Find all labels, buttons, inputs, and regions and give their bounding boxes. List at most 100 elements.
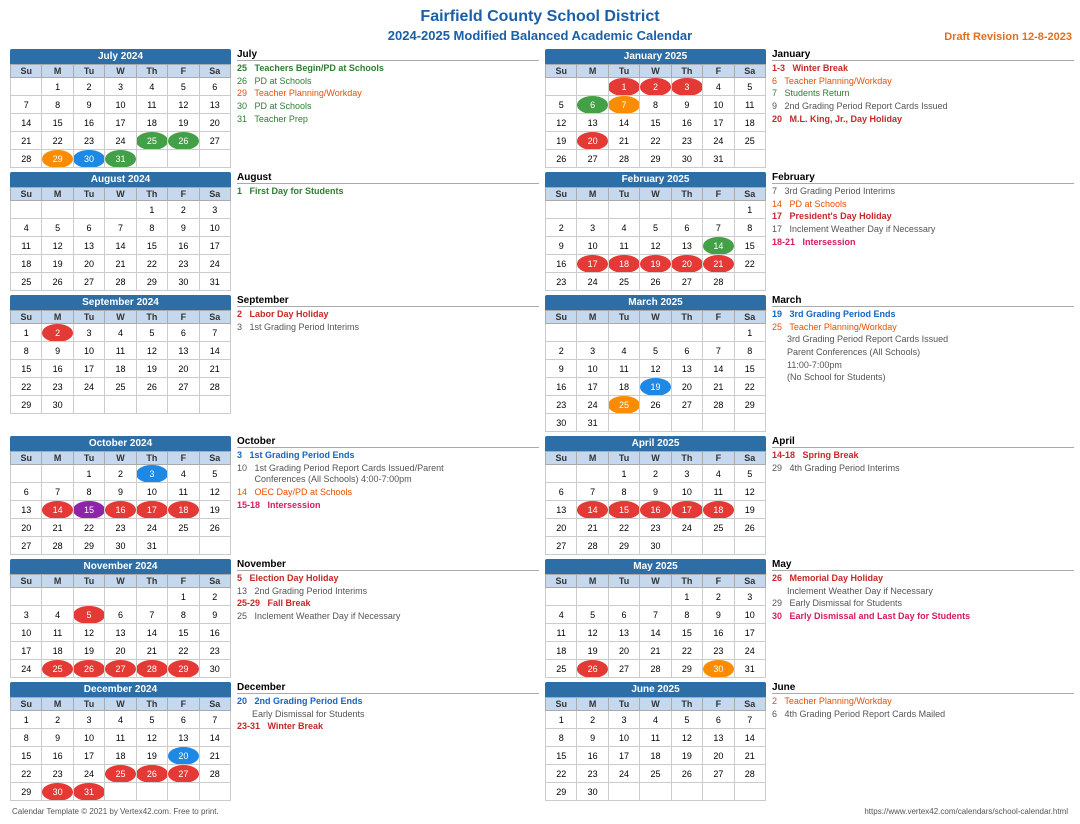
mar-event-3: 3rd Grading Period Report Cards Issued <box>772 334 1074 346</box>
august-2024-table: SuMTuWThFSa 123 45678910 11121314151617 … <box>10 187 231 291</box>
row-4: October 2024 SuMTuWThFSa 12345 678910111… <box>8 434 1072 557</box>
jun-event-2: 6 4th Grading Period Report Cards Mailed <box>772 709 1074 721</box>
nov-event-1: 5 Election Day Holiday <box>237 573 539 585</box>
april-2025-header: April 2025 <box>545 436 766 451</box>
november-events-header: November <box>237 559 539 571</box>
october-2024-header: October 2024 <box>10 436 231 451</box>
december-2024-header: December 2024 <box>10 682 231 697</box>
december-2024-table: SuMTuWThFSa 1234567 891011121314 1516171… <box>10 697 231 801</box>
june-events-header: June <box>772 682 1074 694</box>
april-events-header: April <box>772 436 1074 448</box>
may-event-2: Inclement Weather Day if Necessary <box>772 586 1074 598</box>
june-2025-header: June 2025 <box>545 682 766 697</box>
november-2024-block: November 2024 SuMTuWThFSa 12 3456789 101… <box>8 557 233 680</box>
dec-event-1: 20 2nd Grading Period Ends <box>237 696 539 708</box>
may-events-header: May <box>772 559 1074 571</box>
november-2024-table: SuMTuWThFSa 12 3456789 10111213141516 17… <box>10 574 231 678</box>
jun-event-1: 2 Teacher Planning/Workday <box>772 696 1074 708</box>
jan-event-2: 6 Teacher Planning/Workday <box>772 76 1074 88</box>
jan-event-5: 20 M.L. King, Jr., Day Holiday <box>772 114 1074 126</box>
october-events-header: October <box>237 436 539 448</box>
apr-event-1: 14-18 Spring Break <box>772 450 1074 462</box>
sep-event-1: 2 Labor Day Holiday <box>237 309 539 321</box>
may-event-4: 30 Early Dismissal and Last Day for Stud… <box>772 611 1074 623</box>
february-2025-table: SuMTuWThFSa 1 2345678 9101112131415 1617… <box>545 187 766 291</box>
december-2024-block: December 2024 SuMTuWThFSa 1234567 891011… <box>8 680 233 803</box>
march-2025-block: March 2025 SuMTuWThFSa 1 2345678 9101112… <box>543 293 768 434</box>
october-2024-table: SuMTuWThFSa 12345 6789101112 13141516171… <box>10 451 231 555</box>
january-2025-block: January 2025 SuMTuWThFSa 12345 567891011… <box>543 47 768 170</box>
september-2024-block: September 2024 SuMTuWThFSa 1234567 89101… <box>8 293 233 434</box>
july-event-3: 29 Teacher Planning/Workday <box>237 88 539 100</box>
nov-event-2: 13 2nd Grading Period Interims <box>237 586 539 598</box>
row-3: September 2024 SuMTuWThFSa 1234567 89101… <box>8 293 1072 434</box>
july-2024-block: July 2024 SuMTuWThFSa 123456 78910111213… <box>8 47 233 170</box>
main-title: Fairfield County School District <box>8 8 1072 26</box>
feb-event-2: 14 PD at Schools <box>772 199 1074 211</box>
april-events: April 14-18 Spring Break 29 4th Grading … <box>768 434 1078 557</box>
footer-left: Calendar Template © 2021 by Vertex42.com… <box>12 807 219 816</box>
november-2024-header: November 2024 <box>10 559 231 574</box>
jan-event-3: 7 Students Return <box>772 88 1074 100</box>
apr-event-2: 29 4th Grading Period Interims <box>772 463 1074 475</box>
row-2: August 2024 SuMTuWThFSa 123 45678910 111… <box>8 170 1072 293</box>
march-2025-table: SuMTuWThFSa 1 2345678 9101112131415 1617… <box>545 310 766 432</box>
july-event-5: 31 Teacher Prep <box>237 114 539 126</box>
august-events-header: August <box>237 172 539 184</box>
mar-event-6: (No School for Students) <box>772 372 1074 384</box>
may-event-1: 26 Memorial Day Holiday <box>772 573 1074 585</box>
december-events: December 20 2nd Grading Period Ends Earl… <box>233 680 543 803</box>
row-5: November 2024 SuMTuWThFSa 12 3456789 101… <box>8 557 1072 680</box>
footer-right: https://www.vertex42.com/calendars/schoo… <box>864 807 1068 816</box>
january-2025-table: SuMTuWThFSa 12345 567891011 121314151617… <box>545 64 766 168</box>
jan-event-4: 9 2nd Grading Period Report Cards Issued <box>772 101 1074 113</box>
january-events-header: January <box>772 49 1074 61</box>
july-events: July 25 Teachers Begin/PD at Schools 26 … <box>233 47 543 170</box>
footer: Calendar Template © 2021 by Vertex42.com… <box>8 807 1072 816</box>
aug-event-1: 1 First Day for Students <box>237 186 539 198</box>
may-2025-header: May 2025 <box>545 559 766 574</box>
nov-event-4: 25 Inclement Weather Day if Necessary <box>237 611 539 623</box>
page: Fairfield County School District 2024-20… <box>0 0 1080 824</box>
june-events: June 2 Teacher Planning/Workday 6 4th Gr… <box>768 680 1078 803</box>
dec-event-3: 23-31 Winter Break <box>237 721 539 733</box>
may-events: May 26 Memorial Day Holiday Inclement We… <box>768 557 1078 680</box>
january-events: January 1-3 Winter Break 6 Teacher Plann… <box>768 47 1078 170</box>
july-2024-header: July 2024 <box>10 49 231 64</box>
july-event-4: 30 PD at Schools <box>237 101 539 113</box>
august-2024-header: August 2024 <box>10 172 231 187</box>
oct-event-3: 14 OEC Day/PD at Schools <box>237 487 539 499</box>
dec-event-2: Early Dismissal for Students <box>237 709 539 721</box>
january-2025-header: January 2025 <box>545 49 766 64</box>
row-6: December 2024 SuMTuWThFSa 1234567 891011… <box>8 680 1072 803</box>
jan-event-1: 1-3 Winter Break <box>772 63 1074 75</box>
feb-event-5: 18-21 Intersession <box>772 237 1074 249</box>
february-2025-block: February 2025 SuMTuWThFSa 1 2345678 9101… <box>543 170 768 293</box>
may-event-3: 29 Early Dismissal for Students <box>772 598 1074 610</box>
feb-event-3: 17 President's Day Holiday <box>772 211 1074 223</box>
july-event-2: 26 PD at Schools <box>237 76 539 88</box>
row-1: July 2024 SuMTuWThFSa 123456 78910111213… <box>8 47 1072 170</box>
february-2025-header: February 2025 <box>545 172 766 187</box>
mar-event-2: 25 Teacher Planning/Workday <box>772 322 1074 334</box>
oct-event-1: 3 1st Grading Period Ends <box>237 450 539 462</box>
july-2024-table: SuMTuWThFSa 123456 78910111213 141516171… <box>10 64 231 168</box>
october-2024-block: October 2024 SuMTuWThFSa 12345 678910111… <box>8 434 233 557</box>
mar-event-4: Parent Conferences (All Schools) <box>772 347 1074 359</box>
september-events-header: September <box>237 295 539 307</box>
oct-event-2: 10 1st Grading Period Report Cards Issue… <box>237 463 539 486</box>
june-2025-block: June 2025 SuMTuWThFSa 1234567 8910111213… <box>543 680 768 803</box>
feb-event-4: 17 Inclement Weather Day if Necessary <box>772 224 1074 236</box>
july-event-1: 25 Teachers Begin/PD at Schools <box>237 63 539 75</box>
mar-event-5: 11:00-7:00pm <box>772 360 1074 372</box>
may-2025-table: SuMTuWThFSa 123 45678910 11121314151617 … <box>545 574 766 678</box>
february-events-header: February <box>772 172 1074 184</box>
may-2025-block: May 2025 SuMTuWThFSa 123 45678910 111213… <box>543 557 768 680</box>
september-2024-table: SuMTuWThFSa 1234567 891011121314 1516171… <box>10 310 231 414</box>
september-events: September 2 Labor Day Holiday 3 1st Grad… <box>233 293 543 434</box>
november-events: November 5 Election Day Holiday 13 2nd G… <box>233 557 543 680</box>
march-2025-header: March 2025 <box>545 295 766 310</box>
july-events-header: July <box>237 49 539 61</box>
sep-event-2: 3 1st Grading Period Interims <box>237 322 539 334</box>
september-2024-header: September 2024 <box>10 295 231 310</box>
